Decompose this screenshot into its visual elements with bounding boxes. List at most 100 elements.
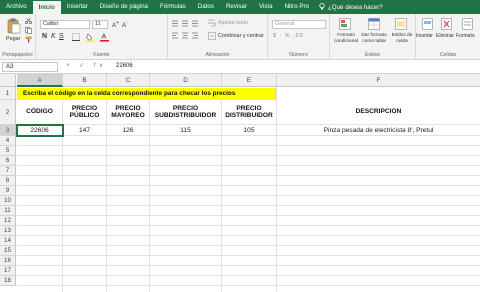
insert-cells-icon[interactable]: [422, 18, 433, 32]
row-header-5[interactable]: 5: [0, 146, 16, 156]
group-label-styles: Estilos: [364, 52, 381, 58]
number-format-icons[interactable]: $ · % ,00: [273, 33, 304, 39]
align-top-icon[interactable]: [172, 20, 202, 29]
tab-insertar[interactable]: Insertar: [61, 0, 94, 14]
tab-datos[interactable]: Datos: [192, 0, 220, 14]
format-cells-button[interactable]: Formato: [456, 33, 475, 39]
column-header-d[interactable]: D: [150, 74, 222, 87]
tell-me-text: ¿Qué desea hacer?: [328, 3, 383, 11]
column-header-e[interactable]: E: [222, 74, 277, 87]
paste-button[interactable]: Pegar: [6, 36, 20, 42]
italic-icon[interactable]: K: [51, 33, 56, 40]
format-painter-icon[interactable]: [25, 36, 32, 45]
cut-icon[interactable]: [24, 18, 33, 26]
name-box[interactable]: A3: [2, 62, 58, 72]
group-alignment: Ajustar texto Combinar y centrar Alineac…: [168, 14, 268, 60]
underline-icon[interactable]: S: [59, 33, 64, 40]
header-cell-precio-publico[interactable]: PRECIO PÚBLICO: [63, 100, 107, 125]
bold-icon[interactable]: N: [42, 33, 47, 40]
tab-archivo[interactable]: Archivo: [0, 0, 33, 14]
row-header-15[interactable]: 15: [0, 246, 16, 256]
column-header-a[interactable]: A: [17, 74, 63, 87]
cell-descripcion-value[interactable]: Pinza pesada de electricista 8', Pretul: [277, 125, 480, 136]
align-horizontal-icon[interactable]: [172, 32, 202, 41]
gridline: [17, 225, 480, 226]
borders-icon[interactable]: [72, 33, 80, 43]
format-as-table-button[interactable]: Dar formato como tabla: [360, 33, 388, 45]
tab-formulas[interactable]: Fórmulas: [154, 0, 192, 14]
row-header-11[interactable]: 11: [0, 206, 16, 216]
format-as-table-icon[interactable]: [368, 18, 380, 32]
column-header-f[interactable]: F: [277, 74, 480, 87]
ribbon-tabs: Archivo Inicio Insertar Diseño de página…: [0, 0, 480, 14]
wrap-text-button[interactable]: Ajustar texto: [218, 20, 248, 26]
row-header-7[interactable]: 7: [0, 166, 16, 176]
cell-precio-distribuidor-value[interactable]: 105: [222, 125, 277, 136]
formula-input[interactable]: 22606: [116, 63, 133, 69]
column-header-b[interactable]: B: [63, 74, 107, 87]
group-label-alignment: Alineación: [205, 52, 230, 58]
row-header-6[interactable]: 6: [0, 156, 16, 166]
cell-precio-subdistribuidor-value[interactable]: 115: [150, 125, 222, 136]
gridline: [17, 285, 480, 286]
tab-nitro-pro[interactable]: Nitro Pro: [279, 0, 315, 14]
increase-font-icon[interactable]: A+: [112, 20, 119, 29]
conditional-format-icon[interactable]: [339, 18, 351, 32]
group-label-number: Número: [289, 52, 308, 58]
font-size-select[interactable]: 11: [92, 20, 108, 29]
tab-diseno-pagina[interactable]: Diseño de página: [94, 0, 154, 14]
cell-styles-button[interactable]: Estilos de celda: [389, 33, 415, 45]
delete-cells-icon[interactable]: [441, 18, 452, 32]
worksheet-grid: A B C D E F 1 2 3 4 5 6 7 8 9 10 11 12 1…: [0, 74, 480, 292]
row-header-2[interactable]: 2: [0, 100, 16, 125]
merge-center-icon[interactable]: [208, 32, 216, 42]
format-cells-icon[interactable]: [462, 18, 473, 32]
row-header-10[interactable]: 10: [0, 196, 16, 206]
header-cell-precio-subdistribuidor[interactable]: PRECIO SUBDISTRIBUIDOR: [150, 100, 222, 125]
gridline: [17, 235, 480, 236]
group-label-clipboard: Portapapeles: [2, 52, 33, 58]
merge-center-button[interactable]: Combinar y centrar: [218, 33, 264, 39]
row-header-9[interactable]: 9: [0, 186, 16, 196]
insert-cells-button[interactable]: Insertar: [416, 33, 433, 39]
row-header-1[interactable]: 1: [0, 87, 16, 100]
tell-me-box[interactable]: ¿Qué desea hacer?: [319, 2, 383, 12]
row-header-12[interactable]: 12: [0, 216, 16, 226]
number-format-select[interactable]: General: [272, 20, 326, 29]
fill-color-icon[interactable]: [86, 33, 95, 44]
cell-styles-icon[interactable]: [395, 18, 407, 32]
copy-icon[interactable]: [25, 27, 32, 36]
header-cell-precio-mayoreo[interactable]: PRECIO MAYOREO: [107, 100, 150, 125]
tab-vista[interactable]: Vista: [253, 0, 279, 14]
header-cell-codigo[interactable]: CÓDIGO: [17, 100, 63, 125]
conditional-format-button[interactable]: Formato condicional: [331, 33, 361, 45]
font-name-select[interactable]: Calibri: [40, 20, 90, 29]
delete-cells-button[interactable]: Eliminar: [436, 33, 454, 39]
cell-precio-mayoreo-value[interactable]: 126: [107, 125, 150, 136]
row-header-17[interactable]: 17: [0, 266, 16, 276]
row-header-13[interactable]: 13: [0, 226, 16, 236]
decrease-font-icon[interactable]: A-: [122, 20, 128, 29]
select-all-corner[interactable]: [0, 74, 16, 87]
tab-revisar[interactable]: Revisar: [220, 0, 253, 14]
row-header-8[interactable]: 8: [0, 176, 16, 186]
wrap-text-icon[interactable]: [208, 19, 216, 29]
row-header-18[interactable]: 18: [0, 276, 16, 286]
cell-precio-publico-value[interactable]: 147: [63, 125, 107, 136]
lightbulb-icon: [319, 2, 325, 12]
ribbon-home: Pegar Portapapeles Calibri 11 A+ A- N K …: [0, 14, 480, 60]
header-cell-precio-distribuidor[interactable]: PRECIO DISTRIBUIDOR: [222, 100, 277, 125]
row-header-14[interactable]: 14: [0, 236, 16, 246]
instruction-banner[interactable]: Escriba el código en la celda correspond…: [17, 88, 276, 100]
gridline: [17, 205, 480, 206]
row-header-4[interactable]: 4: [0, 136, 16, 146]
row-header-3[interactable]: 3: [0, 125, 16, 136]
tab-inicio[interactable]: Inicio: [32, 0, 61, 14]
active-cell-outline: [16, 124, 64, 137]
header-cell-descripcion[interactable]: DESCRIPCION: [277, 100, 480, 125]
formula-icons[interactable]: × ✓ fx: [66, 62, 107, 69]
font-color-icon[interactable]: A: [100, 32, 109, 44]
row-header-16[interactable]: 16: [0, 256, 16, 266]
column-header-c[interactable]: C: [107, 74, 150, 87]
paste-icon[interactable]: [7, 18, 21, 36]
